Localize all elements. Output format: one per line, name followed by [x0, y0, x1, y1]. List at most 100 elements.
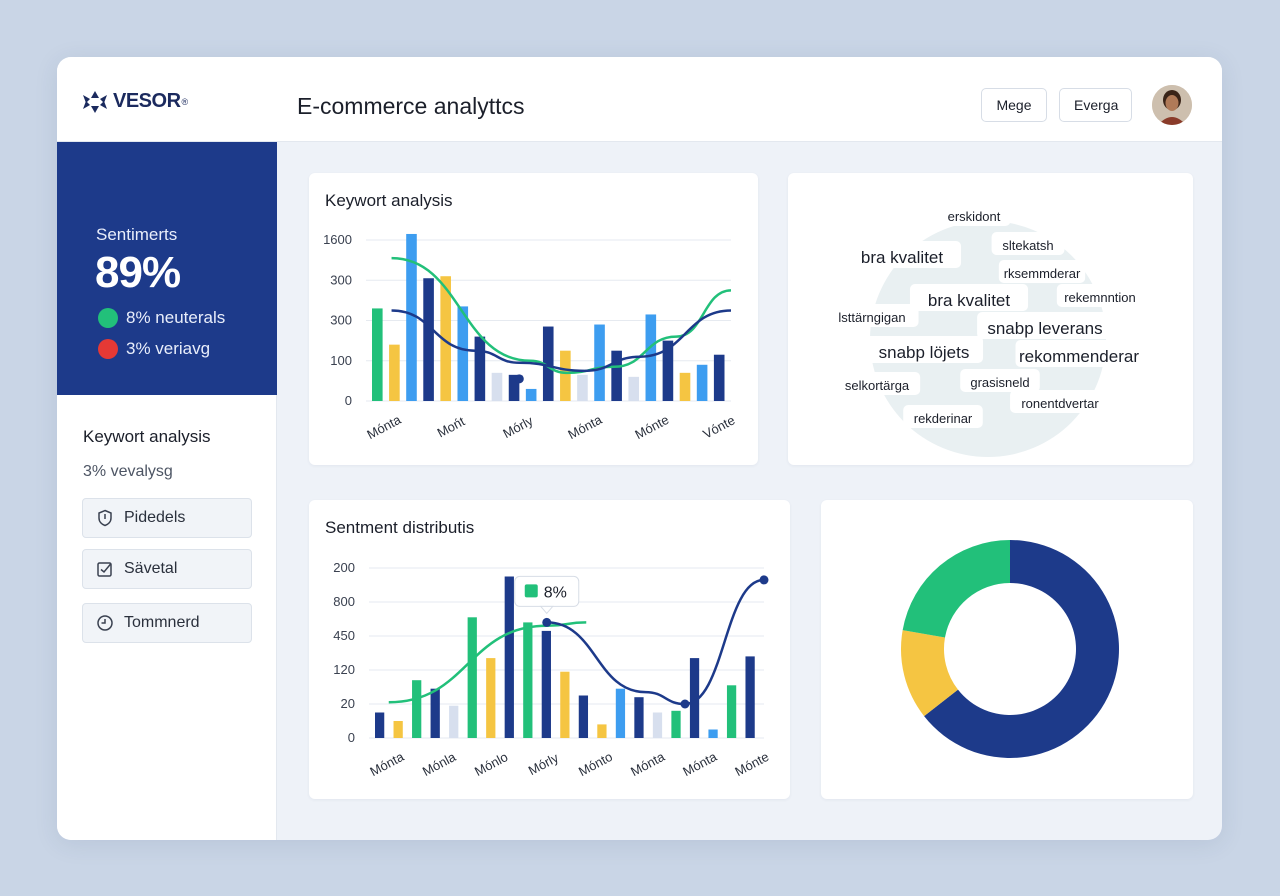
- bar: [671, 710, 681, 738]
- cloud-word: bra kvalitet: [928, 291, 1010, 310]
- x-tick-label: Mónta: [364, 412, 404, 443]
- x-tick-label: Mórly: [526, 750, 562, 778]
- bar: [486, 658, 496, 738]
- bar: [645, 314, 657, 401]
- bar: [467, 617, 477, 738]
- tooltip: 8%: [514, 575, 580, 615]
- bar: [389, 344, 400, 401]
- bar: [577, 374, 588, 401]
- bar: [597, 724, 607, 738]
- data-point-marker: [680, 699, 690, 709]
- y-tick-label: 100: [330, 353, 352, 368]
- bar: [449, 705, 459, 738]
- y-tick-label: 450: [333, 628, 355, 643]
- shield-icon: [98, 509, 112, 527]
- savetal-button[interactable]: Sävetal: [82, 549, 252, 589]
- cloud-word: rekemnntion: [1064, 290, 1136, 305]
- x-tick-label: Mónte: [732, 749, 771, 779]
- bar: [611, 350, 622, 401]
- bar: [525, 388, 537, 401]
- cloud-word: snabp löjets: [879, 343, 970, 362]
- word-cloud: erskidont bra kvalitet sltekatsh rksemmdera…: [825, 203, 1144, 457]
- bar: [541, 630, 551, 738]
- y-tick-label: 0: [345, 393, 352, 408]
- bar: [504, 576, 514, 738]
- sentiment-panel: Sentimerts 89% 8% neuterals 3% veriavg: [57, 142, 277, 395]
- x-tick-label: Mónte: [632, 412, 671, 442]
- donut-chart-card: [821, 500, 1193, 799]
- donut-chart: [901, 540, 1119, 758]
- bar: [726, 685, 737, 738]
- x-tick-label: Mónlo: [472, 749, 510, 779]
- page-title: E-commerce analyttcs: [297, 93, 525, 119]
- cloud-word: snabp leverans: [987, 319, 1102, 338]
- bar: [560, 671, 570, 738]
- mege-button[interactable]: Mege: [981, 88, 1047, 122]
- bar: [578, 695, 589, 738]
- checkbox-icon: [97, 562, 112, 577]
- bar: [474, 336, 486, 401]
- sentiment-distribution-card: Sentment distributis 200 800 450 120 20 0 Mónt…: [309, 500, 790, 799]
- pidedels-label: Pidedels: [124, 509, 186, 526]
- y-tick-label: 300: [330, 272, 352, 287]
- clock-icon: [97, 615, 113, 631]
- x-tick-label: Mónta: [367, 749, 407, 780]
- sentiment-negative-text: 3% veriavg: [126, 339, 211, 358]
- cloud-word: rekommenderar: [1019, 347, 1139, 366]
- x-tick-label: Mónta: [565, 412, 605, 443]
- avatar-portrait: [1152, 85, 1192, 125]
- tommnerd-button[interactable]: Tommnerd: [82, 603, 252, 643]
- everga-button[interactable]: Everga: [1059, 88, 1132, 122]
- sentiment-value: 89%: [95, 248, 181, 297]
- tooltip-pointer: [539, 605, 554, 615]
- y-tick-label: 20: [341, 696, 355, 711]
- bar: [375, 712, 385, 738]
- x-tick-label: Mońt: [435, 413, 468, 440]
- bar: [423, 278, 434, 401]
- keyword-analysis-subtitle: 3% vevalysg: [83, 463, 173, 480]
- cloud-word: ronentdvertar: [1021, 396, 1099, 411]
- bar: [713, 354, 725, 401]
- bar: [523, 622, 533, 738]
- sentiment-negative-row: 3% veriavg: [98, 339, 210, 359]
- sidebar: Sentimerts 89% 8% neuterals 3% veriavg K…: [57, 142, 277, 840]
- sentiment-label: Sentimerts: [96, 225, 178, 244]
- x-tick-label: Vónte: [700, 412, 737, 441]
- y-tick-label: 120: [333, 662, 355, 677]
- keyword-analysis-card: Keywort analysis 1600 300 300 100 0 Mónta Mońt…: [309, 173, 758, 465]
- x-tick-label: Mórly: [500, 413, 536, 441]
- bar: [708, 729, 718, 738]
- brand-trademark: ®: [181, 96, 189, 107]
- keyword-bar-chart: 1600 300 300 100 0 Mónta Mońt Mórly Mónta Mónte Vó…: [323, 232, 737, 443]
- bar: [679, 372, 691, 401]
- pidedels-button[interactable]: Pidedels: [82, 498, 252, 538]
- data-point-marker: [542, 617, 552, 627]
- bar: [594, 324, 605, 401]
- bar: [430, 688, 440, 738]
- data-point-marker: [759, 575, 769, 585]
- bar: [652, 712, 663, 738]
- savetal-label: Sävetal: [124, 560, 178, 577]
- bar: [372, 308, 383, 401]
- sentiment-neutral-text: 8% neuterals: [126, 308, 226, 327]
- top-bar: VESOR ® E-commerce analyttcs Mege Everga: [57, 57, 1222, 142]
- user-avatar[interactable]: [1152, 85, 1192, 125]
- bar: [457, 306, 469, 401]
- tommnerd-label: Tommnerd: [124, 614, 200, 631]
- sentiment-bar-chart: 200800450120200Mónta Mónla Mónlo Mórly Mónto…: [333, 560, 771, 780]
- x-tick-label: Mónta: [680, 749, 720, 780]
- donut-slice: [902, 540, 1010, 638]
- cloud-word: rksemmderar: [1004, 266, 1081, 281]
- sentiment-neutral-row: 8% neuterals: [98, 308, 225, 328]
- bar: [696, 364, 708, 401]
- bar: [412, 680, 422, 738]
- brand-logo[interactable]: VESOR ®: [83, 90, 188, 113]
- y-tick-label: 200: [333, 560, 355, 575]
- bar: [634, 697, 644, 738]
- cloud-word: grasisneld: [970, 375, 1029, 390]
- word-cloud-card: erskidont bra kvalitet sltekatsh rksemmdera…: [788, 173, 1193, 465]
- brand-name: VESOR: [113, 90, 181, 112]
- cloud-word: rekderinar: [914, 411, 973, 426]
- cloud-word: selkortärga: [845, 378, 910, 393]
- x-tick-label: Mónla: [420, 749, 459, 779]
